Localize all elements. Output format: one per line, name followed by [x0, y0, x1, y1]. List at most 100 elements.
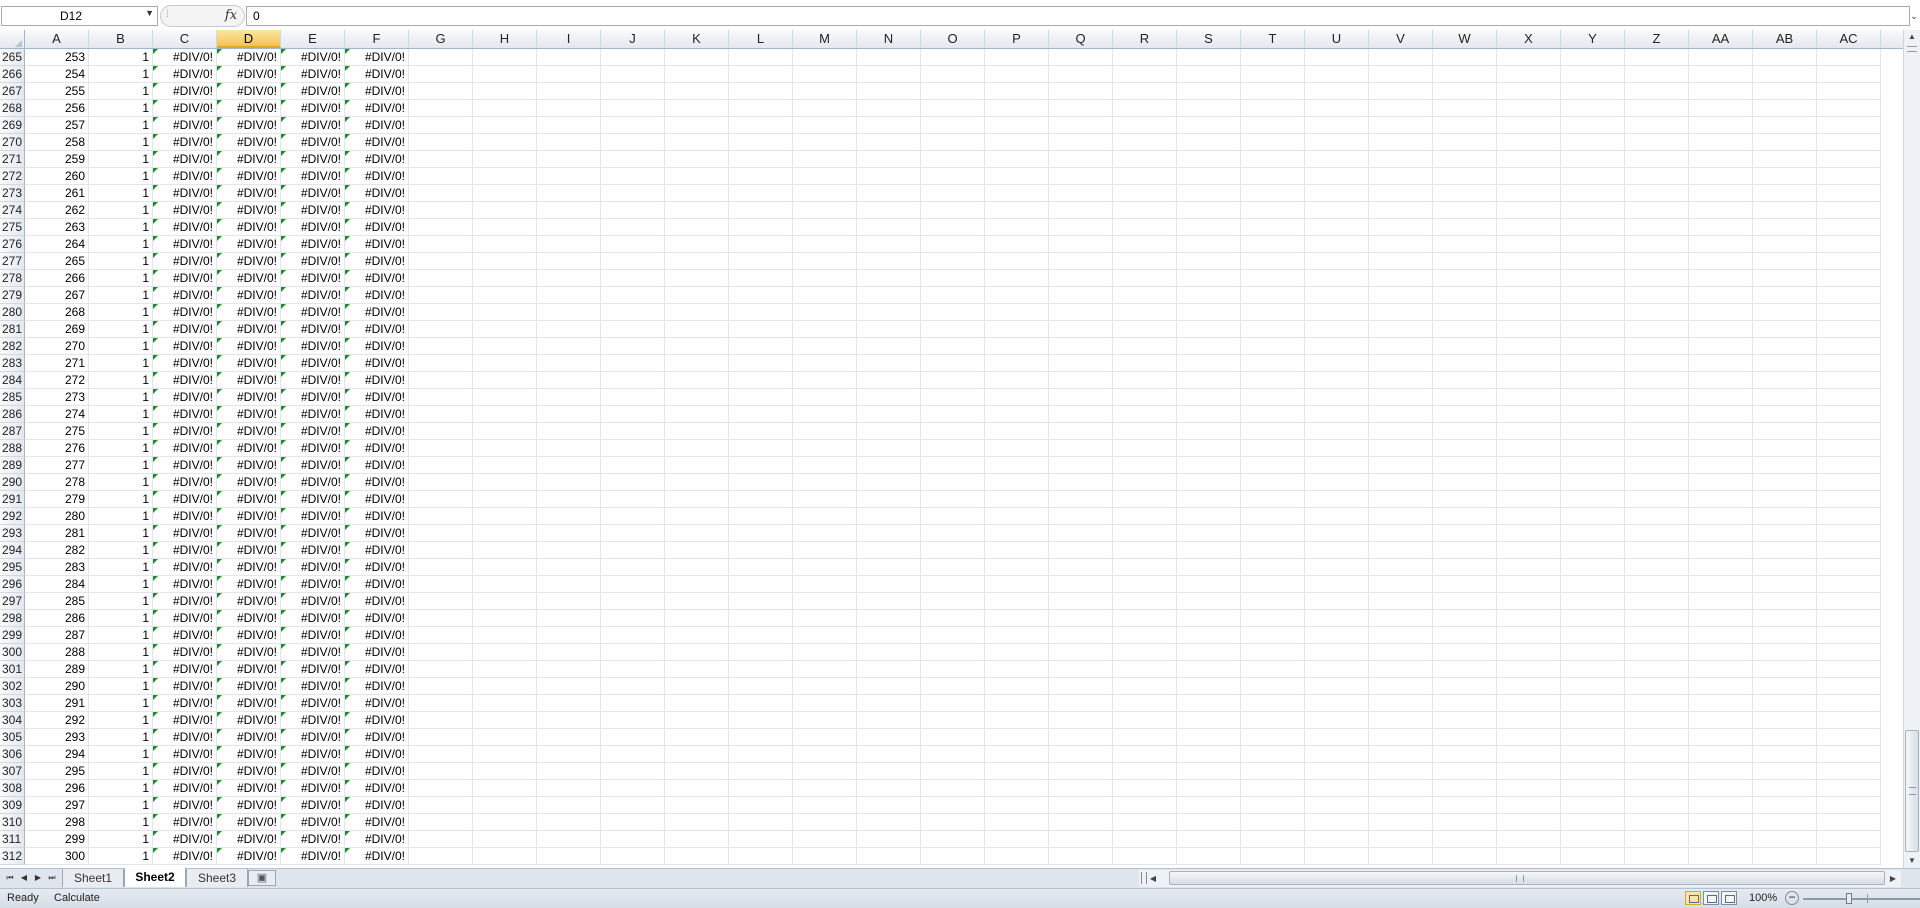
cell-aa[interactable] — [1689, 321, 1753, 338]
cell-t[interactable] — [1241, 168, 1305, 185]
cell-d[interactable]: #DIV/0! — [217, 117, 281, 134]
cell-aa[interactable] — [1689, 729, 1753, 746]
cell-y[interactable] — [1561, 423, 1625, 440]
cell-z[interactable] — [1625, 151, 1689, 168]
column-header-j[interactable]: J — [601, 30, 665, 48]
column-header-m[interactable]: M — [793, 30, 857, 48]
cell-n[interactable] — [857, 100, 921, 117]
cell-b[interactable]: 1 — [89, 661, 153, 678]
cell-s[interactable] — [1177, 83, 1241, 100]
cell-j[interactable] — [601, 304, 665, 321]
cell-t[interactable] — [1241, 525, 1305, 542]
cell-v[interactable] — [1369, 542, 1433, 559]
cell-m[interactable] — [793, 49, 857, 66]
cell-g[interactable] — [409, 457, 473, 474]
cell-c[interactable]: #DIV/0! — [153, 661, 217, 678]
cell-s[interactable] — [1177, 236, 1241, 253]
cell-b[interactable]: 1 — [89, 780, 153, 797]
column-header-ac[interactable]: AC — [1817, 30, 1881, 48]
cell-k[interactable] — [665, 457, 729, 474]
cell-b[interactable]: 1 — [89, 644, 153, 661]
cell-o[interactable] — [921, 49, 985, 66]
cell-k[interactable] — [665, 559, 729, 576]
cell-j[interactable] — [601, 593, 665, 610]
cell-ab[interactable] — [1753, 712, 1817, 729]
cell-g[interactable] — [409, 474, 473, 491]
cell-a[interactable]: 262 — [25, 202, 89, 219]
cell-d[interactable]: #DIV/0! — [217, 236, 281, 253]
cell-ac[interactable] — [1817, 593, 1881, 610]
cell-r[interactable] — [1113, 729, 1177, 746]
cell-ab[interactable] — [1753, 185, 1817, 202]
cell-a[interactable]: 297 — [25, 797, 89, 814]
cell-u[interactable] — [1305, 508, 1369, 525]
cell-ac[interactable] — [1817, 304, 1881, 321]
cell-y[interactable] — [1561, 525, 1625, 542]
cell-i[interactable] — [537, 168, 601, 185]
column-header-p[interactable]: P — [985, 30, 1049, 48]
cell-ab[interactable] — [1753, 848, 1817, 865]
cell-t[interactable] — [1241, 253, 1305, 270]
cell-v[interactable] — [1369, 236, 1433, 253]
cell-i[interactable] — [537, 780, 601, 797]
cell-c[interactable]: #DIV/0! — [153, 236, 217, 253]
cell-v[interactable] — [1369, 355, 1433, 372]
cell-ab[interactable] — [1753, 49, 1817, 66]
row-header[interactable]: 274 — [0, 202, 25, 219]
cell-s[interactable] — [1177, 576, 1241, 593]
cell-i[interactable] — [537, 576, 601, 593]
cell-aa[interactable] — [1689, 338, 1753, 355]
cell-o[interactable] — [921, 457, 985, 474]
cell-r[interactable] — [1113, 83, 1177, 100]
row-header[interactable]: 310 — [0, 814, 25, 831]
cell-e[interactable]: #DIV/0! — [281, 593, 345, 610]
cell-x[interactable] — [1497, 338, 1561, 355]
cell-e[interactable]: #DIV/0! — [281, 168, 345, 185]
cell-n[interactable] — [857, 457, 921, 474]
last-sheet-icon[interactable]: ⏭ — [46, 871, 58, 885]
cell-l[interactable] — [729, 219, 793, 236]
cell-o[interactable] — [921, 814, 985, 831]
cell-i[interactable] — [537, 797, 601, 814]
row-header[interactable]: 283 — [0, 355, 25, 372]
cell-o[interactable] — [921, 508, 985, 525]
cell-w[interactable] — [1433, 304, 1497, 321]
cell-d[interactable]: #DIV/0! — [217, 474, 281, 491]
cell-v[interactable] — [1369, 321, 1433, 338]
cell-o[interactable] — [921, 474, 985, 491]
cell-g[interactable] — [409, 338, 473, 355]
cell-aa[interactable] — [1689, 389, 1753, 406]
cell-h[interactable] — [473, 423, 537, 440]
cell-t[interactable] — [1241, 831, 1305, 848]
row-header[interactable]: 299 — [0, 627, 25, 644]
column-header-g[interactable]: G — [409, 30, 473, 48]
cell-x[interactable] — [1497, 355, 1561, 372]
cell-b[interactable]: 1 — [89, 338, 153, 355]
cell-b[interactable]: 1 — [89, 66, 153, 83]
cell-m[interactable] — [793, 321, 857, 338]
cell-b[interactable]: 1 — [89, 831, 153, 848]
cell-ab[interactable] — [1753, 355, 1817, 372]
cell-z[interactable] — [1625, 542, 1689, 559]
cell-j[interactable] — [601, 202, 665, 219]
cell-e[interactable]: #DIV/0! — [281, 627, 345, 644]
cell-aa[interactable] — [1689, 440, 1753, 457]
cell-q[interactable] — [1049, 202, 1113, 219]
cell-s[interactable] — [1177, 508, 1241, 525]
cell-n[interactable] — [857, 236, 921, 253]
cell-m[interactable] — [793, 202, 857, 219]
row-header[interactable]: 284 — [0, 372, 25, 389]
cell-aa[interactable] — [1689, 610, 1753, 627]
cell-t[interactable] — [1241, 287, 1305, 304]
cell-k[interactable] — [665, 66, 729, 83]
cell-t[interactable] — [1241, 134, 1305, 151]
cell-j[interactable] — [601, 678, 665, 695]
cell-u[interactable] — [1305, 117, 1369, 134]
cell-y[interactable] — [1561, 814, 1625, 831]
cell-g[interactable] — [409, 185, 473, 202]
cell-u[interactable] — [1305, 355, 1369, 372]
row-header[interactable]: 295 — [0, 559, 25, 576]
cell-c[interactable]: #DIV/0! — [153, 372, 217, 389]
cell-y[interactable] — [1561, 746, 1625, 763]
cell-i[interactable] — [537, 593, 601, 610]
